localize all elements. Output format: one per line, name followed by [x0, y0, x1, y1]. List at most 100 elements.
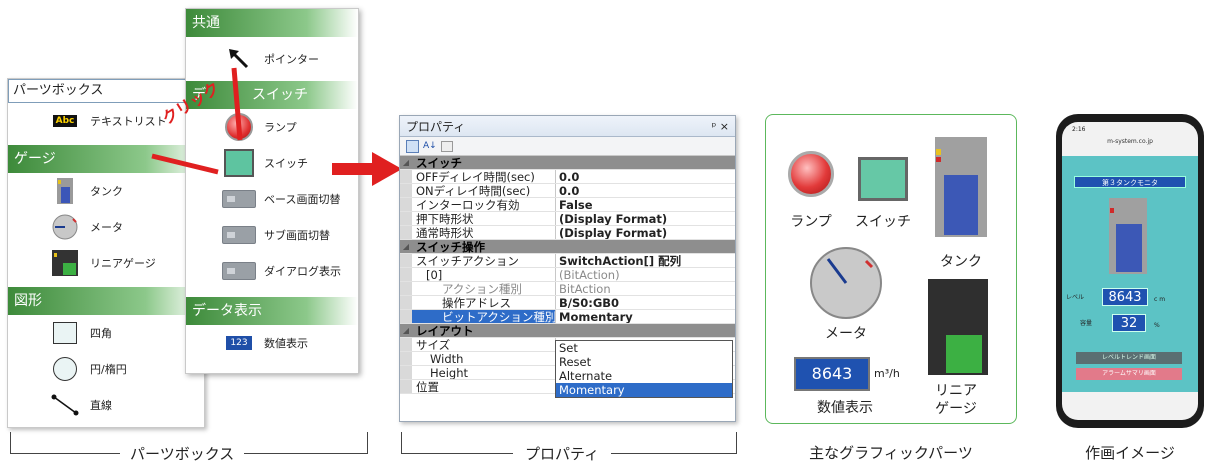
expand-icon[interactable] — [400, 352, 412, 365]
property-row[interactable]: 押下時形状 (Display Format) — [400, 212, 735, 226]
property-value[interactable]: (Display Format) — [556, 212, 735, 225]
linear-gauge-graphic — [928, 279, 988, 375]
parts-item-ellipse[interactable]: 円/楕円 — [8, 351, 204, 387]
expand-icon[interactable] — [400, 338, 412, 351]
expand-icon[interactable] — [400, 282, 412, 295]
expand-icon[interactable] — [400, 380, 412, 393]
phone-status-time: 2:16 — [1072, 126, 1086, 133]
expand-icon[interactable] — [400, 212, 412, 225]
dropdown-option[interactable]: Reset — [556, 355, 732, 369]
property-row[interactable]: インターロック有効 False — [400, 198, 735, 212]
bit-action-dropdown[interactable]: Set Reset Alternate Momentary — [555, 340, 733, 398]
dropdown-option[interactable]: Set — [556, 341, 732, 355]
phone-app-area: 第３タンクモニタ レベル 8643 c m 容量 32 % レベルトレンド画面 … — [1062, 156, 1198, 392]
expand-icon[interactable] — [400, 310, 412, 323]
group-header-data[interactable]: データ表示 — [186, 297, 358, 325]
phone-mockup: 2:16 m-system.co.jp 第３タンクモニタ レベル 8643 c … — [1056, 114, 1204, 428]
circle-icon — [48, 355, 82, 383]
property-row[interactable]: 操作アドレス B/S0:GB0 — [400, 296, 735, 310]
property-category[interactable]: ◢ レイアウト — [400, 324, 735, 338]
property-value[interactable]: B/S0:GB0 — [556, 296, 735, 309]
phone-url[interactable]: m-system.co.jp — [1062, 138, 1198, 152]
expand-icon[interactable] — [400, 268, 412, 281]
pin-icon[interactable]: ᵖ — [712, 120, 717, 133]
sort-alpha-icon[interactable]: A↓ — [423, 141, 437, 151]
meter-icon — [48, 213, 82, 241]
parts-item-line[interactable]: 直線 — [8, 387, 204, 423]
expand-icon[interactable] — [400, 170, 412, 183]
expand-icon[interactable] — [400, 366, 412, 379]
expand-icon[interactable] — [400, 296, 412, 309]
numeric-icon: 123 — [222, 329, 256, 357]
property-category[interactable]: ◢ スイッチ — [400, 156, 735, 170]
expand-icon[interactable]: ◢ — [400, 240, 412, 253]
property-name: レイアウト — [416, 324, 474, 337]
property-value[interactable]: (Display Format) — [556, 226, 735, 239]
property-name: インターロック有効 — [412, 198, 556, 211]
property-name: [0] — [412, 268, 556, 281]
dialog-icon — [222, 257, 256, 285]
property-toolbar: A↓ — [400, 137, 735, 156]
linear-gauge-icon — [48, 249, 82, 277]
phone-alarm-button[interactable]: アラームサマリ画面 — [1076, 368, 1182, 380]
property-name: 通常時形状 — [412, 226, 556, 239]
dropdown-option[interactable]: Alternate — [556, 369, 732, 383]
property-row[interactable]: OFFディレイ時間(sec) 0.0 — [400, 170, 735, 184]
property-row[interactable]: [0] (BitAction) — [400, 268, 735, 282]
parts-item-linear-gauge[interactable]: リニアゲージ — [8, 245, 204, 281]
dropdown-option-selected[interactable]: Momentary — [556, 383, 732, 397]
property-row[interactable]: ビットアクション種別 Momentary — [400, 310, 735, 324]
screen-switch-icon — [222, 221, 256, 249]
parts-item-numeric[interactable]: 123 数値表示 — [186, 325, 358, 361]
property-category[interactable]: ◢ スイッチ操作 — [400, 240, 735, 254]
property-pages-icon[interactable] — [440, 140, 453, 152]
phone-screen: 2:16 m-system.co.jp 第３タンクモニタ レベル 8643 c … — [1062, 122, 1198, 420]
close-icon[interactable]: × — [720, 120, 729, 133]
categorize-icon[interactable] — [406, 139, 419, 153]
expand-icon[interactable] — [400, 198, 412, 211]
numeric-label: 数値表示 — [817, 399, 873, 415]
property-value[interactable]: Momentary — [556, 310, 735, 323]
property-title: プロパティ — [406, 119, 466, 134]
property-value[interactable]: (BitAction) — [556, 268, 735, 281]
property-name: OFFディレイ時間(sec) — [412, 170, 556, 183]
numeric-unit: m³/h — [874, 367, 900, 380]
property-value[interactable]: 0.0 — [556, 170, 735, 183]
phone-level-unit: c m — [1154, 296, 1166, 303]
phone-trend-button[interactable]: レベルトレンド画面 — [1076, 352, 1182, 364]
switch-graphic — [858, 157, 908, 201]
parts-item-sub-screen[interactable]: サブ画面切替 — [186, 217, 358, 253]
parts-item-dialog[interactable]: ダイアログ表示 — [186, 253, 358, 289]
property-value[interactable]: SwitchAction[] 配列 — [556, 254, 735, 267]
expand-icon[interactable] — [400, 184, 412, 197]
graphics-footer: 主なグラフィックパーツ — [809, 445, 973, 462]
property-name: Height — [412, 366, 556, 379]
property-name: ビットアクション種別 — [412, 310, 556, 323]
expand-icon[interactable] — [400, 226, 412, 239]
property-row[interactable]: ONディレイ時間(sec) 0.0 — [400, 184, 735, 198]
phone-volume-value: 32 — [1112, 314, 1146, 332]
group-header-common[interactable]: 共通 — [186, 9, 358, 37]
property-row[interactable]: 通常時形状 (Display Format) — [400, 226, 735, 240]
group-header-shape[interactable]: 図形 — [8, 287, 204, 315]
property-name: アクション種別 — [412, 282, 556, 295]
property-name: スイッチ — [416, 156, 462, 169]
phone-title: 第３タンクモニタ — [1074, 176, 1186, 188]
expand-icon[interactable]: ◢ — [400, 324, 412, 337]
parts-item-meter[interactable]: メータ — [8, 209, 204, 245]
property-name: サイズ — [412, 338, 556, 351]
expand-icon[interactable] — [400, 254, 412, 267]
property-value[interactable]: False — [556, 198, 735, 211]
property-value[interactable]: 0.0 — [556, 184, 735, 197]
parts-item-rectangle[interactable]: 四角 — [8, 315, 204, 351]
image-footer: 作画イメージ — [1085, 445, 1175, 462]
line-icon — [48, 391, 82, 419]
property-row[interactable]: スイッチアクション SwitchAction[] 配列 — [400, 254, 735, 268]
switch-label: スイッチ — [855, 213, 911, 229]
graphic-parts-panel: ランプ スイッチ タンク メータ リニア ゲージ 8643 m³/h 数値表示 — [765, 114, 1017, 424]
property-name: 押下時形状 — [412, 212, 556, 225]
expand-icon[interactable]: ◢ — [400, 156, 412, 169]
property-row[interactable]: アクション種別 BitAction — [400, 282, 735, 296]
tank-icon — [48, 177, 82, 205]
property-value[interactable]: BitAction — [556, 282, 735, 295]
